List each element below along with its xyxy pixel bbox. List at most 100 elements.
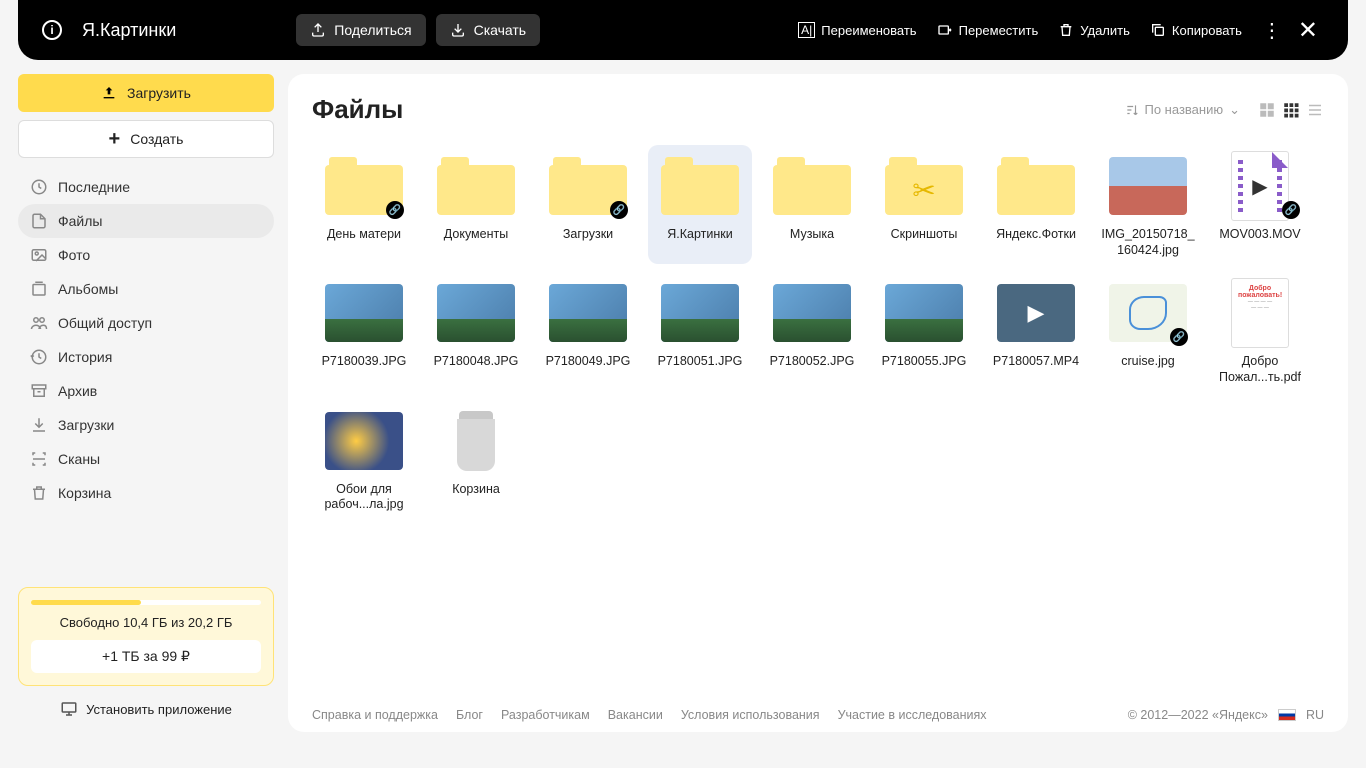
copy-button[interactable]: Копировать [1140,14,1252,46]
image-item[interactable]: P7180048.JPG [424,272,528,391]
close-button[interactable]: ✕ [1292,16,1324,45]
sidebar-item-shared[interactable]: Общий доступ [18,306,274,340]
video-item[interactable]: ▶P7180057.MP4 [984,272,1088,391]
pdf-item[interactable]: Добро пожаловать!— — — —— — —Добро Пожал… [1208,272,1312,391]
downloads-icon [30,416,48,434]
footer-link[interactable]: Условия использования [681,708,820,722]
item-label: P7180055.JPG [882,354,967,370]
folder-item[interactable]: Музыка [760,145,864,264]
sidebar-item-label: Общий доступ [58,315,152,331]
storage-text: Свободно 10,4 ГБ из 20,2 ГБ [31,615,261,630]
video-doc-item[interactable]: ▶🔗MOV003.MOV [1208,145,1312,264]
history-icon [30,348,48,366]
view-large-icon[interactable] [1258,101,1276,119]
image-thumb [325,284,403,342]
folder-item[interactable]: Я.Картинки [648,145,752,264]
item-label: Документы [444,227,508,243]
move-button[interactable]: Переместить [927,14,1049,46]
page-title: Файлы [312,94,403,125]
image-item[interactable]: P7180039.JPG [312,272,416,391]
file-grid: 🔗День матери Документы 🔗Загрузки Я.Картинки… [312,145,1324,519]
footer: Справка и поддержка Блог Разработчикам Вака… [312,708,1324,722]
sidebar-item-label: Загрузки [58,417,114,433]
sidebar-item-label: Последние [58,179,130,195]
image-item[interactable]: IMG_20150718_160424.jpg [1096,145,1200,264]
sidebar-item-recent[interactable]: Последние [18,170,274,204]
monitor-icon [60,700,78,718]
footer-link[interactable]: Разработчикам [501,708,590,722]
nav-list: Последние Файлы ФотоАльбомы Общий доступ Ист… [18,170,274,510]
sidebar-item-files[interactable]: Файлы [18,204,274,238]
folder-item[interactable]: Скриншоты [872,145,976,264]
sidebar-item-archive[interactable]: Архив [18,374,274,408]
image-item[interactable]: P7180049.JPG [536,272,640,391]
sidebar-item-scans[interactable]: Сканы [18,442,274,476]
item-label: P7180057.MP4 [993,354,1079,370]
sidebar-item-downloads[interactable]: Загрузки [18,408,274,442]
sidebar-item-trash[interactable]: Корзина [18,476,274,510]
selection-title: Я.Картинки [82,20,176,41]
item-label: Добро Пожал...ть.pdf [1210,354,1310,385]
more-button[interactable]: ⋮ [1252,18,1292,43]
sidebar-item-albums[interactable]: Альбомы [18,272,274,306]
image-item[interactable]: P7180052.JPG [760,272,864,391]
view-list-icon[interactable] [1306,101,1324,119]
info-icon[interactable]: i [42,20,62,40]
footer-link[interactable]: Вакансии [608,708,663,722]
create-label: Создать [130,131,183,147]
copy-label: Копировать [1172,23,1242,38]
share-button[interactable]: Поделиться [296,14,425,46]
folder-item[interactable]: Яндекс.Фотки [984,145,1088,264]
lang-label[interactable]: RU [1306,708,1324,722]
storage-panel: Свободно 10,4 ГБ из 20,2 ГБ +1 ТБ за 99 … [18,587,274,686]
folder-item[interactable]: 🔗Загрузки [536,145,640,264]
folder-item[interactable]: Документы [424,145,528,264]
folder-icon [885,157,963,215]
upgrade-button[interactable]: +1 ТБ за 99 ₽ [31,640,261,673]
install-app-link[interactable]: Установить приложение [18,686,274,732]
folder-item[interactable]: 🔗День матери [312,145,416,264]
rename-label: Переименовать [821,23,916,38]
image-thumb [661,284,739,342]
download-button[interactable]: Скачать [436,14,541,46]
shared-badge-icon: 🔗 [386,201,404,219]
sidebar-item-history[interactable]: История [18,340,274,374]
rename-button[interactable]: A| Переименовать [788,14,926,46]
view-grid-icon[interactable] [1282,101,1300,119]
image-item[interactable]: 🔗cruise.jpg [1096,272,1200,391]
item-label: P7180051.JPG [658,354,743,370]
share-icon [310,22,326,38]
chevron-down-icon: ⌄ [1229,102,1240,118]
item-label: P7180039.JPG [322,354,407,370]
create-button[interactable]: + Создать [18,120,274,158]
item-label: Обои для рабоч...ла.jpg [314,482,414,513]
item-label: P7180048.JPG [434,354,519,370]
sidebar-item-label: Корзина [58,485,111,501]
upload-button[interactable]: Загрузить [18,74,274,112]
video-file-icon: ▶ [1231,151,1289,221]
image-thumb [1109,157,1187,215]
shared-badge-icon: 🔗 [1170,328,1188,346]
scans-icon [30,450,48,468]
recent-icon [30,178,48,196]
image-thumb [885,284,963,342]
image-thumb [437,284,515,342]
footer-link[interactable]: Участие в исследованиях [838,708,987,722]
trash-item[interactable]: Корзина [424,400,528,519]
upload-icon [101,85,117,101]
image-item[interactable]: Обои для рабоч...ла.jpg [312,400,416,519]
image-item[interactable]: P7180055.JPG [872,272,976,391]
shared-badge-icon: 🔗 [1282,201,1300,219]
sidebar-item-label: Файлы [58,213,102,229]
sidebar-item-photo[interactable]: Фото [18,238,274,272]
item-label: Я.Картинки [667,227,732,243]
footer-link[interactable]: Блог [456,708,483,722]
delete-button[interactable]: Удалить [1048,14,1140,46]
delete-label: Удалить [1080,23,1130,38]
archive-icon [30,382,48,400]
image-item[interactable]: P7180051.JPG [648,272,752,391]
footer-link[interactable]: Справка и поддержка [312,708,438,722]
sidebar-item-label: История [58,349,112,365]
sort-dropdown[interactable]: По названию ⌄ [1125,102,1241,118]
plus-icon: + [109,128,121,151]
